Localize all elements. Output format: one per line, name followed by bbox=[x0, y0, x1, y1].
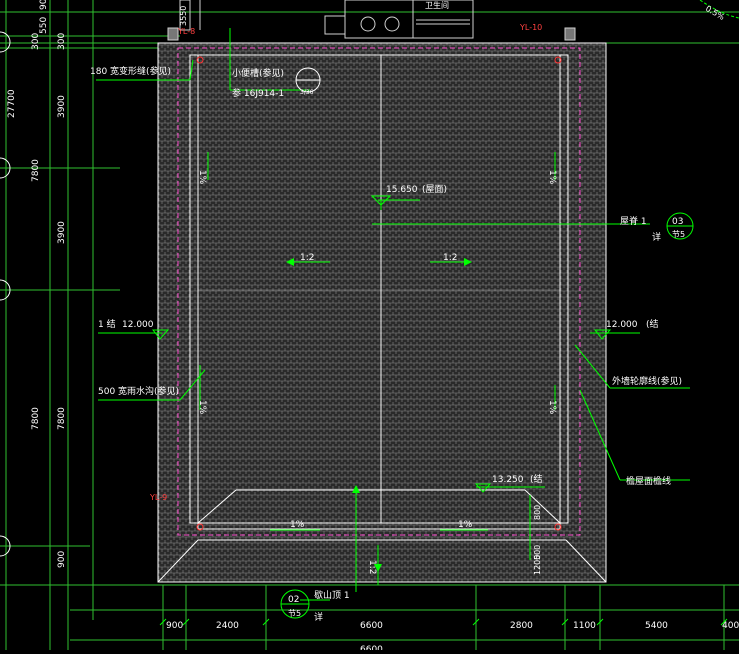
roof-plan-drawing: 900 550 300 300 27700 3900 7800 3900 780… bbox=[0, 0, 739, 654]
bottom-dim-5400: 5400 bbox=[645, 621, 668, 631]
bottom-dim-4000: 4000 bbox=[722, 621, 739, 631]
detail-02-page: 节5 bbox=[288, 609, 301, 618]
yl8-label: YL-8 bbox=[177, 27, 195, 36]
left-dim-900b: 900 bbox=[57, 551, 67, 568]
left-dim-3550: 3550 bbox=[179, 6, 188, 26]
elev-top-note: (屋面) bbox=[422, 184, 447, 195]
dim-800: 800 bbox=[533, 505, 542, 520]
dim-1200: 1200 bbox=[533, 555, 542, 575]
note-180: 180 宽变形缝(参见) bbox=[90, 65, 171, 77]
detail-02-num: 02 bbox=[288, 595, 299, 605]
slope-bottom-right: 1% bbox=[458, 520, 473, 530]
bottom-dim-2800: 2800 bbox=[510, 621, 533, 631]
bottom-dim-6600: 6600 bbox=[360, 621, 383, 631]
left-dim-3900a: 3900 bbox=[57, 95, 67, 118]
top-equipment bbox=[167, 0, 576, 41]
atlas-ref: 参 16J914-1 bbox=[232, 87, 284, 99]
gable-label: 歇山顶 1 bbox=[314, 589, 350, 601]
dimension-ticks bbox=[159, 618, 728, 626]
detail-03-num: 03 bbox=[672, 217, 683, 227]
slope-top-right: 0.5% bbox=[704, 4, 726, 22]
inner-roof bbox=[197, 54, 561, 524]
slope-bottom-vert: 1:2 bbox=[367, 560, 377, 574]
left-dim-27700: 27700 bbox=[7, 89, 17, 118]
left-dim-300b: 300 bbox=[57, 33, 67, 50]
left-dim-7800b: 7800 bbox=[31, 407, 41, 430]
elev-bottom-note: (结 bbox=[530, 473, 543, 485]
detail-03-prefix: 详 bbox=[652, 231, 661, 243]
left-dim-3900b: 3900 bbox=[57, 221, 67, 244]
slope-left-upper: 1% bbox=[197, 170, 207, 185]
detail-03-page: 节5 bbox=[672, 230, 685, 239]
note-500: 500 宽雨水沟(参见) bbox=[98, 385, 179, 397]
elev-bottom: 13.250 bbox=[492, 475, 524, 485]
left-dim-900: 900 bbox=[39, 0, 49, 10]
yl9-label: YL-9 bbox=[149, 493, 167, 502]
right-elev: 12.000 bbox=[606, 320, 638, 330]
slope-right-lower: 1% bbox=[547, 400, 557, 415]
right-elev-note: (结 bbox=[646, 318, 659, 330]
detail-02-prefix: 详 bbox=[314, 611, 323, 623]
left-dim-550: 550 bbox=[39, 17, 49, 34]
left-elev: 12.000 bbox=[122, 320, 154, 330]
cad-drawing: 900 550 300 300 27700 3900 7800 3900 780… bbox=[0, 0, 739, 654]
slope-bottom-left: 1% bbox=[290, 520, 305, 530]
slope-mid-left: 1:2 bbox=[300, 253, 314, 263]
left-dim-7800c: 7800 bbox=[57, 407, 67, 430]
bottom-dim-1100: 1100 bbox=[573, 621, 596, 631]
elev-top: 15.650 bbox=[386, 185, 418, 195]
yl10-label: YL-10 bbox=[519, 23, 542, 32]
ridge-label: 屋脊 1 bbox=[620, 215, 647, 227]
small-parapet-note: 小便槽(参见) bbox=[232, 67, 284, 79]
top-label: 卫生间 bbox=[425, 0, 449, 10]
eave-line-note: 檐屋面檐线 bbox=[626, 475, 671, 487]
left-dim-300a: 300 bbox=[31, 33, 41, 50]
bottom-dim-900: 900 bbox=[166, 621, 183, 631]
left-elev-prefix: 1 结 bbox=[98, 318, 116, 330]
circle-top-ref: 3/36 bbox=[300, 89, 314, 96]
slope-right-upper: 1% bbox=[547, 170, 557, 185]
outer-wall-note: 外墙轮廓线(参见) bbox=[612, 375, 682, 387]
slope-left-lower: 1% bbox=[197, 400, 207, 415]
bottom-dim-2400: 2400 bbox=[216, 621, 239, 631]
bottom-dim-6600b: 6600 bbox=[360, 645, 383, 650]
slope-mid-right: 1:2 bbox=[443, 253, 457, 263]
left-dim-7800a: 7800 bbox=[31, 159, 41, 182]
